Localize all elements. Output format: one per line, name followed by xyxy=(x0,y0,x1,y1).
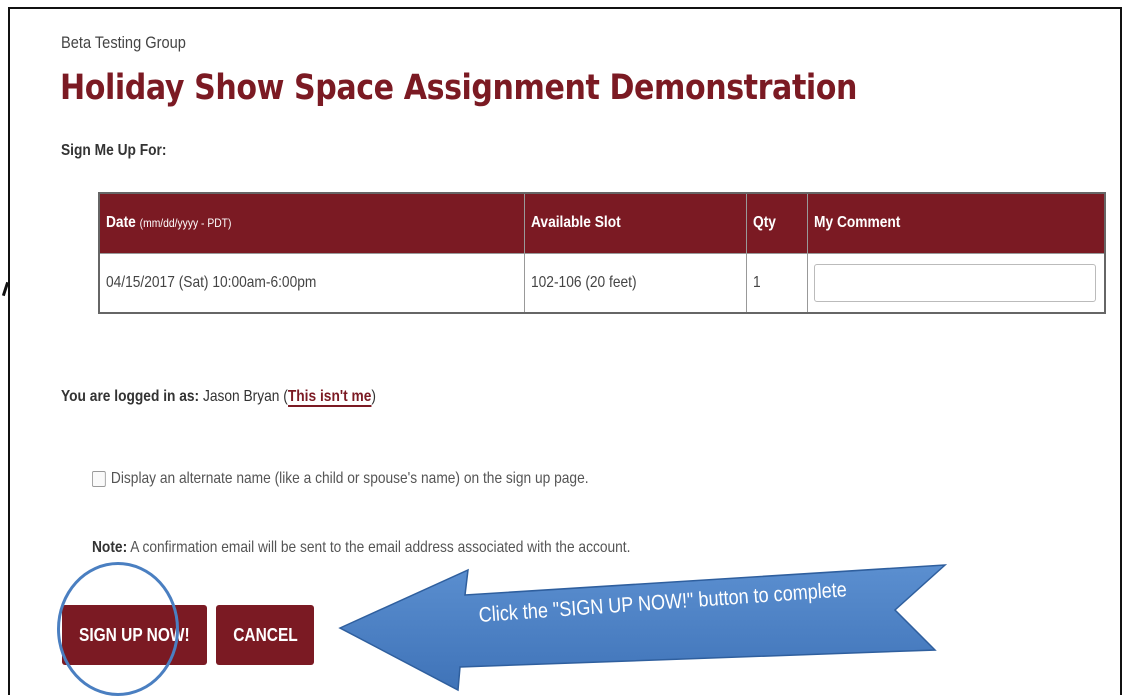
column-slot: Available Slot xyxy=(523,192,747,254)
row-comment-cell xyxy=(806,252,1106,313)
slots-table: Date (mm/dd/yyyy - PDT) Available Slot Q… xyxy=(98,192,1106,314)
sign-up-now-button[interactable]: SIGN UP NOW! xyxy=(62,605,207,665)
not-me-link[interactable]: This isn't me xyxy=(287,388,372,407)
cancel-button[interactable]: CANCEL xyxy=(216,605,314,665)
row-slot: 102-106 (20 feet) xyxy=(523,252,747,313)
sign-me-up-label: Sign Me Up For: xyxy=(61,142,167,159)
column-qty: Qty xyxy=(745,192,808,254)
page-title: Holiday Show Space Assignment Demonstrat… xyxy=(60,68,858,108)
row-date: 04/15/2017 (Sat) 10:00am-6:00pm xyxy=(98,252,525,313)
comment-input[interactable] xyxy=(813,263,1096,302)
column-comment: My Comment xyxy=(806,192,1106,254)
alternate-name-checkbox[interactable] xyxy=(92,471,106,487)
table-header-row: Date (mm/dd/yyyy - PDT) Available Slot Q… xyxy=(98,192,1106,254)
callout-arrow-icon xyxy=(338,564,948,692)
login-prefix: You are logged in as: xyxy=(61,388,200,405)
column-date-label: Date xyxy=(106,214,136,232)
column-date-format: (mm/dd/yyyy - PDT) xyxy=(139,216,232,231)
login-status: You are logged in as: Jason Bryan (This … xyxy=(61,388,377,407)
alternate-name-label: Display an alternate name (like a child … xyxy=(110,470,589,487)
table-row: 04/15/2017 (Sat) 10:00am-6:00pm 102-106 … xyxy=(98,252,1106,313)
note-text: A confirmation email will be sent to the… xyxy=(130,539,631,556)
paren-close: ) xyxy=(371,388,377,405)
group-name: Beta Testing Group xyxy=(61,33,186,52)
note-label: Note: xyxy=(92,539,128,556)
column-date: Date (mm/dd/yyyy - PDT) xyxy=(98,192,525,254)
row-qty: 1 xyxy=(745,252,808,313)
user-name: Jason Bryan xyxy=(202,388,280,405)
alternate-name-option[interactable]: Display an alternate name (like a child … xyxy=(92,470,589,488)
